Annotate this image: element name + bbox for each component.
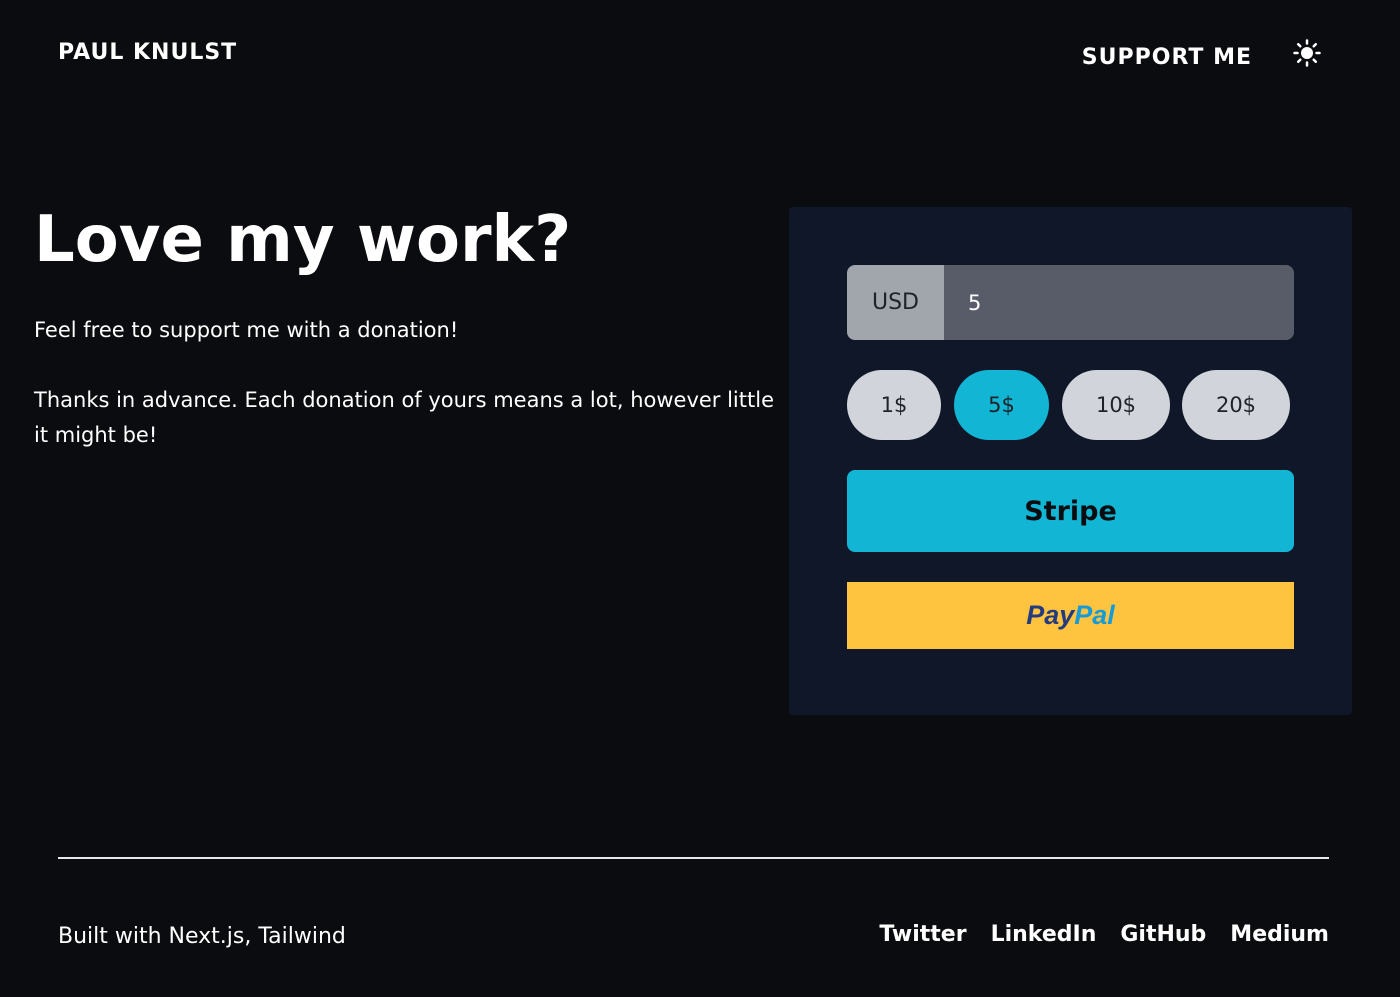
paypal-button[interactable]: Pay Pal <box>847 582 1294 649</box>
preset-20-button[interactable]: 20$ <box>1182 370 1290 440</box>
footer-link-medium[interactable]: Medium <box>1230 922 1329 947</box>
paypal-logo-pal: Pal <box>1074 600 1115 630</box>
preset-5-button[interactable]: 5$ <box>954 370 1049 440</box>
footer-link-github[interactable]: GitHub <box>1120 922 1206 947</box>
footer-link-twitter[interactable]: Twitter <box>879 922 966 947</box>
built-with-text: Built with Next.js, Tailwind <box>58 924 346 949</box>
amount-input-group: USD <box>847 265 1294 340</box>
page: PAUL KNULST SUPPORT ME Love my work? Fee… <box>0 0 1400 997</box>
currency-label: USD <box>847 265 944 340</box>
footer-link-linkedin[interactable]: LinkedIn <box>991 922 1097 947</box>
footer-divider <box>58 857 1329 859</box>
theme-toggle-button[interactable] <box>1292 38 1322 68</box>
preset-1-button[interactable]: 1$ <box>847 370 941 440</box>
stripe-button[interactable]: Stripe <box>847 470 1294 552</box>
hero-paragraph-thanks: Thanks in advance. Each donation of your… <box>34 388 774 447</box>
brand-logo-link[interactable]: PAUL KNULST <box>58 40 237 65</box>
paypal-logo-pay: Pay <box>1026 600 1075 630</box>
hero-paragraph-support: Feel free to support me with a donation! <box>34 318 459 342</box>
nav-support-me-link[interactable]: SUPPORT ME <box>1082 45 1252 70</box>
page-title: Love my work? <box>34 203 572 277</box>
donation-card: USD 1$ 5$ 10$ 20$ Stripe PayPal <box>789 207 1352 715</box>
footer-links: Twitter LinkedIn GitHub Medium <box>879 922 1329 947</box>
preset-10-button[interactable]: 10$ <box>1062 370 1170 440</box>
amount-input[interactable] <box>944 265 1294 340</box>
sun-icon <box>1293 39 1321 67</box>
